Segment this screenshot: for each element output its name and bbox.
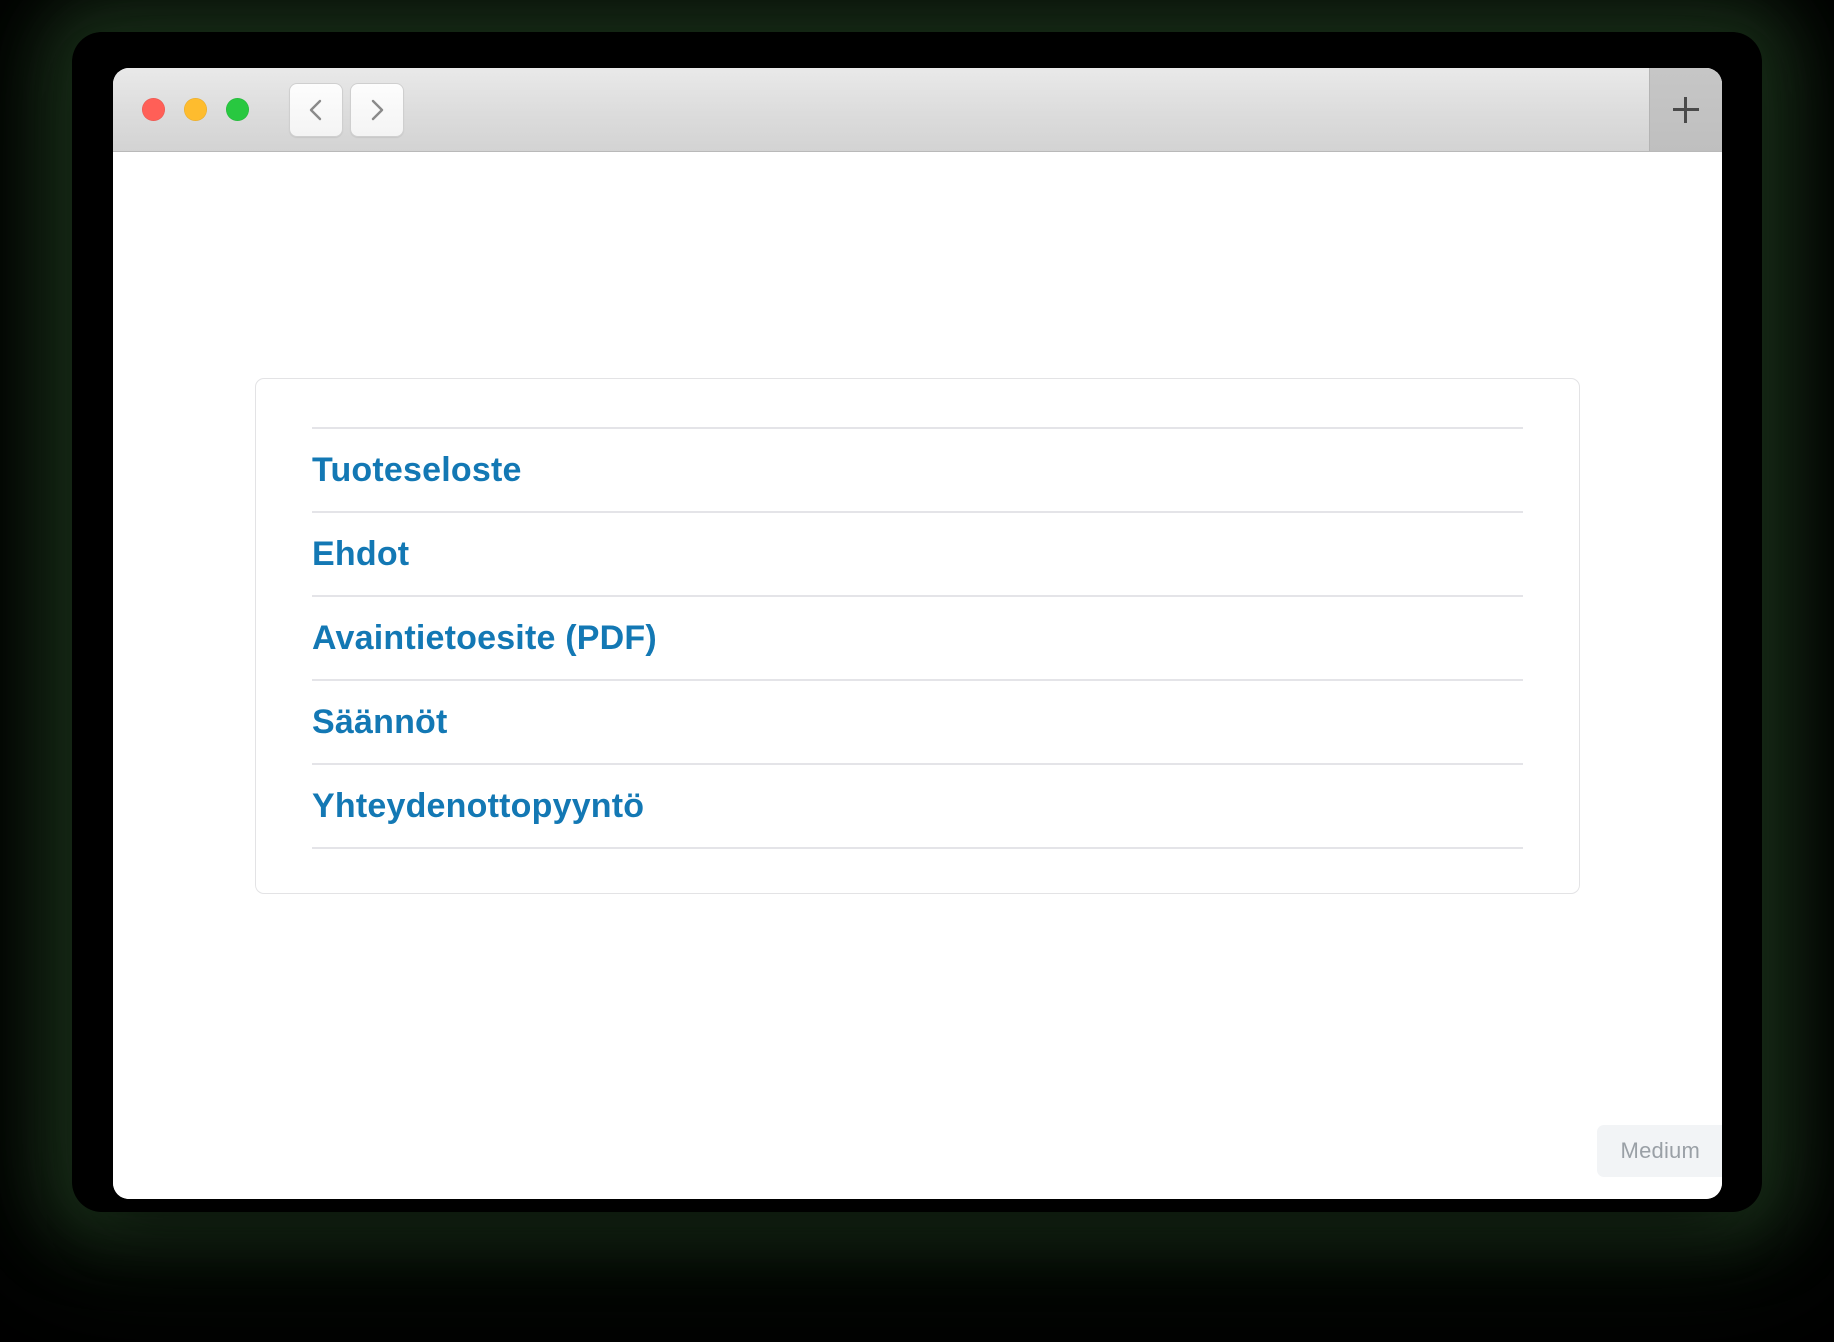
page-viewport: Tuoteseloste Ehdot Avaintietoesite (PDF)… (113, 152, 1722, 1199)
chevron-left-icon (305, 97, 327, 123)
link-tuoteseloste[interactable]: Tuoteseloste (312, 451, 522, 490)
plus-icon (1673, 96, 1699, 123)
list-item[interactable]: Ehdot (312, 513, 1523, 597)
link-yhteydenottopyynto[interactable]: Yhteydenottopyyntö (312, 787, 644, 826)
size-indicator-badge: Medium (1596, 1125, 1722, 1177)
link-ehdot[interactable]: Ehdot (312, 535, 409, 574)
links-card: Tuoteseloste Ehdot Avaintietoesite (PDF)… (255, 378, 1580, 894)
browser-window: localhost:8000/templates/examples/light-… (113, 68, 1722, 1199)
browser-titlebar: localhost:8000/templates/examples/light-… (113, 68, 1722, 215)
document-link-list: Tuoteseloste Ehdot Avaintietoesite (PDF)… (312, 427, 1523, 849)
link-avaintietoesite-pdf[interactable]: Avaintietoesite (PDF) (312, 619, 657, 658)
list-item[interactable]: Avaintietoesite (PDF) (312, 597, 1523, 681)
desktop-backdrop: localhost:8000/templates/examples/light-… (0, 0, 1834, 1342)
list-item[interactable]: Yhteydenottopyyntö (312, 765, 1523, 849)
new-tab-button[interactable] (1649, 68, 1722, 151)
window-controls (142, 98, 249, 121)
navigation-buttons (289, 82, 404, 137)
back-button[interactable] (289, 82, 343, 137)
list-item[interactable]: Säännöt (312, 681, 1523, 765)
link-saannot[interactable]: Säännöt (312, 703, 448, 742)
list-item[interactable]: Tuoteseloste (312, 429, 1523, 513)
forward-button[interactable] (350, 82, 404, 137)
minimize-window-button[interactable] (184, 98, 207, 121)
maximize-window-button[interactable] (226, 98, 249, 121)
close-window-button[interactable] (142, 98, 165, 121)
chevron-right-icon (366, 97, 388, 123)
